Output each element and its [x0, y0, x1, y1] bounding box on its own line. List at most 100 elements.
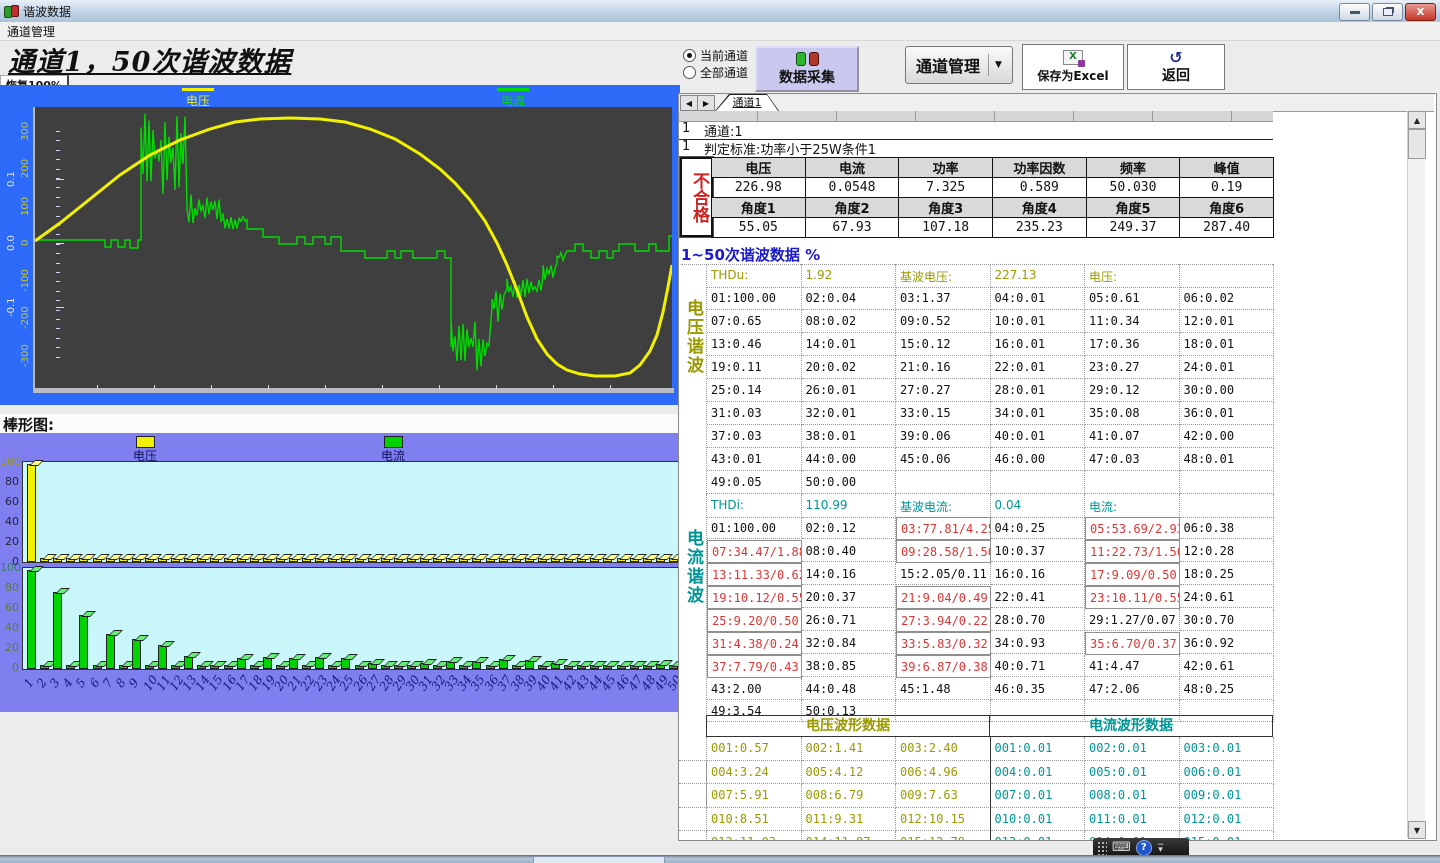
harmonic-cell: 35:6.70/0.37	[1085, 632, 1180, 655]
bar-section-label: 棒形图:	[3, 416, 54, 434]
tab-channel-1[interactable]: 通道1	[715, 94, 779, 111]
harmonic-head-cell: 电压:	[1085, 264, 1180, 288]
x-axis-tick	[325, 385, 326, 389]
bar-x-tick-label: 7	[99, 676, 115, 690]
harmonic-cell: 21:9.04/0.49	[896, 586, 991, 609]
harmonic-cell: 20:0.37	[802, 586, 897, 608]
radio-dot[interactable]	[683, 66, 696, 79]
scrollbar-thumb[interactable]	[1408, 129, 1426, 159]
harmonic-cell-empty	[1085, 471, 1180, 494]
data-collect-button[interactable]: 数据采集	[755, 46, 859, 92]
y-axis-tick-label-inner: 100	[20, 191, 31, 221]
harmonic-cell: 23:10.11/0.55	[1085, 586, 1180, 609]
y-axis-tick-label-inner: 300	[20, 116, 31, 146]
keyboard-icon[interactable]: ⌨	[1112, 843, 1131, 853]
channel-manage-button[interactable]: 通道管理 ▼	[905, 46, 1013, 84]
waveform-row-gutter	[679, 808, 707, 832]
radio-current-channel[interactable]: 当前通道	[683, 47, 748, 64]
summary-value-cell: 0.589	[993, 178, 1087, 198]
x-axis-tick	[268, 385, 269, 389]
vertical-scrollbar[interactable]: ▲ ▼	[1407, 111, 1425, 838]
excel-icon: X	[1063, 50, 1083, 65]
harmonic-cell: 44:0.00	[802, 448, 897, 471]
harmonic-head-cell: 1.92	[802, 264, 897, 288]
y-axis-minor-tick	[56, 178, 60, 179]
y-axis-tick	[56, 179, 64, 180]
minimize-button[interactable]	[1339, 3, 1370, 21]
waveform-voltage-cell: 008:6.79	[802, 784, 897, 808]
harmonic-cell: 01:100.00	[707, 287, 802, 310]
harmonic-bar-29	[394, 558, 403, 562]
harmonic-bar-27	[368, 663, 377, 669]
help-icon[interactable]: ?	[1136, 840, 1152, 856]
bar-y-tick-label: 80	[0, 581, 19, 594]
harmonic-cell: 31:4.38/0.24	[707, 632, 802, 655]
summary-value-cell: 67.93	[806, 218, 900, 238]
summary-table: 电压电流功率功率因数频率峰值226.980.05487.3250.58950.0…	[711, 157, 1274, 238]
current-waveform-line	[35, 114, 672, 371]
harmonic-bar-7	[106, 634, 115, 669]
harmonic-cell: 24:0.01	[1180, 356, 1275, 379]
chevron-down-icon[interactable]: ▼	[988, 54, 1002, 76]
summary-value-cell: 55.05	[712, 218, 806, 238]
scroll-up-button[interactable]: ▲	[1408, 111, 1426, 129]
harmonic-cell: 38:0.01	[802, 425, 897, 448]
harmonic-cell: 15:0.12	[896, 333, 991, 356]
summary-value-cell: 7.325	[899, 178, 993, 198]
harmonic-head-cell	[1180, 264, 1275, 288]
harmonic-bar-19	[263, 657, 272, 669]
tab-scroll-left-button[interactable]: ◀	[680, 95, 698, 111]
harmonic-bar-21	[289, 658, 298, 669]
app-icon	[3, 4, 19, 18]
harmonic-bar-47	[630, 558, 639, 562]
harmonic-cell: 03:77.81/4.25	[896, 517, 991, 540]
drag-grip-icon[interactable]	[1097, 841, 1107, 855]
x-axis-tick	[154, 385, 155, 389]
waveform-voltage-cell: 001:0.57	[707, 737, 802, 761]
harmonic-bar-50	[669, 665, 678, 669]
tab-scroll-right-button[interactable]: ▶	[697, 95, 715, 111]
summary-header-cell: 峰值	[1180, 158, 1274, 178]
harmonic-cell: 30:0.00	[1180, 379, 1275, 402]
harmonic-bar-27	[368, 558, 377, 562]
bar-x-tick-label: 6	[86, 676, 102, 690]
waveform-data-header: 电压波形数据 电流波形数据	[706, 715, 1273, 737]
harmonic-bar-32	[433, 665, 442, 669]
voltage-harmonics-side-label: 电压谐波	[687, 299, 706, 489]
taskbar-button-peek[interactable]	[533, 856, 665, 863]
harmonic-cell: 04:0.01	[991, 287, 1086, 310]
harmonic-cell-empty	[1180, 471, 1275, 494]
radio-dot[interactable]	[683, 49, 696, 62]
restore-button[interactable]	[1372, 3, 1403, 21]
harmonic-cell-empty	[991, 471, 1086, 494]
harmonic-cell: 05:0.61	[1085, 287, 1180, 310]
save-excel-button[interactable]: X 保存为Excel	[1022, 44, 1124, 90]
radio-all-channels[interactable]: 全部通道	[683, 64, 748, 81]
y-axis-minor-tick	[56, 216, 60, 217]
waveform-voltage-cell: 009:7.63	[896, 784, 991, 808]
harmonic-head-cell	[1180, 494, 1275, 518]
return-button[interactable]: ↺ 返回	[1127, 44, 1225, 90]
harmonic-bar-12	[171, 558, 180, 562]
scroll-down-button[interactable]: ▼	[1408, 821, 1426, 839]
harmonic-bar-11	[158, 558, 167, 562]
harmonic-cell: 24:0.61	[1180, 586, 1275, 608]
harmonic-bar-33	[446, 558, 455, 562]
harmonic-bar-44	[590, 665, 599, 669]
waveform-voltage-cell: 010:8.51	[707, 808, 802, 832]
close-button[interactable]: X	[1405, 3, 1436, 21]
harmonic-bar-31	[420, 663, 429, 669]
harmonic-bar-24	[328, 665, 337, 669]
harmonic-cell: 30:0.70	[1180, 609, 1275, 631]
harmonic-cell: 18:0.01	[1180, 333, 1275, 356]
ime-collapse-icon[interactable]: −▾	[1157, 843, 1165, 853]
harmonic-bar-45	[603, 665, 612, 669]
y-axis-minor-tick	[56, 159, 60, 160]
harmonic-bar-8	[119, 558, 128, 562]
harmonic-cell: 23:0.27	[1085, 356, 1180, 379]
menu-item-channel-management[interactable]: 通道管理	[0, 23, 62, 40]
harmonic-cell: 39:6.87/0.38	[896, 655, 991, 678]
y-axis-minor-tick	[56, 206, 60, 207]
waveform-current-cell: 004:0.01	[991, 761, 1086, 785]
waveform-current-cell: 001:0.01	[991, 737, 1086, 761]
